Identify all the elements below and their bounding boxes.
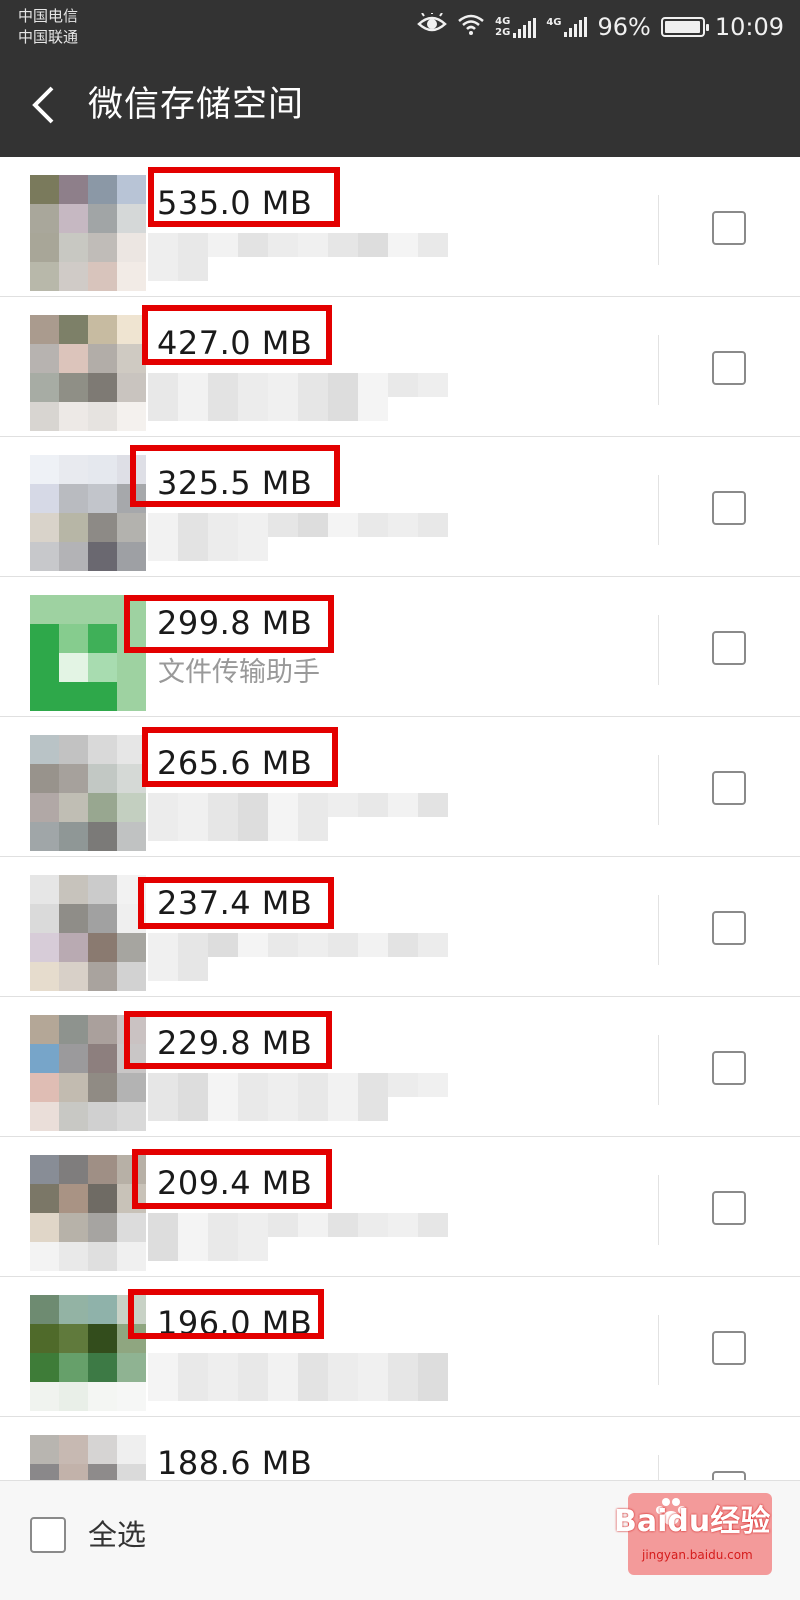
title-bar: 微信存储空间	[0, 54, 800, 157]
row-divider	[658, 195, 659, 265]
row-checkbox[interactable]	[712, 351, 746, 385]
signal-bars-2	[564, 17, 588, 37]
avatar	[30, 315, 146, 431]
pixelated-chat-name	[148, 1353, 448, 1401]
avatar	[30, 1155, 146, 1271]
row-checkbox[interactable]	[712, 1331, 746, 1365]
list-item[interactable]: 265.6 MB	[0, 717, 800, 857]
avatar	[30, 875, 146, 991]
chat-storage-list[interactable]: 535.0 MB 427.0 MB 325.5 MB 299.8 MB 文件传输助手 26…	[0, 157, 800, 1480]
avatar	[30, 735, 146, 851]
cellular-signal-icon-2: 4G	[546, 17, 588, 37]
select-all-label[interactable]: 全选	[88, 1515, 146, 1555]
chat-name: 文件传输助手	[158, 657, 320, 688]
select-all-checkbox[interactable]	[30, 1517, 66, 1553]
battery-percent: 96%	[597, 13, 651, 41]
carrier-names: 中国电信 中国联通	[18, 6, 78, 48]
pixelated-chat-name	[148, 793, 448, 841]
row-checkbox[interactable]	[712, 1191, 746, 1225]
row-divider	[658, 475, 659, 545]
status-icons: 4G 2G 4G 96% 10:09	[417, 8, 784, 46]
list-item[interactable]: 427.0 MB	[0, 297, 800, 437]
highlight-box	[128, 1289, 324, 1339]
signal-type-1-bottom: 2G	[495, 27, 511, 38]
pixelated-chat-name	[148, 513, 448, 561]
battery-icon	[660, 17, 709, 37]
highlight-box	[142, 727, 338, 787]
avatar	[30, 455, 146, 571]
row-divider	[658, 335, 659, 405]
highlight-box	[124, 1011, 332, 1069]
list-item[interactable]: 196.0 MB	[0, 1277, 800, 1417]
row-checkbox[interactable]	[712, 911, 746, 945]
eye-icon	[417, 11, 447, 41]
signal-type-1: 4G 2G	[495, 16, 510, 38]
highlight-box	[132, 1149, 332, 1209]
storage-size: 188.6 MB	[157, 1444, 313, 1480]
row-divider	[658, 1315, 659, 1385]
row-divider	[658, 895, 659, 965]
highlight-box	[124, 595, 334, 653]
pixelated-chat-name	[148, 233, 448, 281]
pixelated-chat-name	[148, 1073, 448, 1121]
avatar	[30, 1435, 146, 1480]
carrier-1: 中国电信	[18, 7, 79, 25]
baidu-watermark: Baidu经验 jingyan.baidu.com	[612, 1497, 782, 1579]
row-divider	[658, 615, 659, 685]
highlight-box	[148, 167, 340, 227]
row-divider	[658, 1175, 659, 1245]
row-checkbox[interactable]	[712, 771, 746, 805]
highlight-box	[142, 305, 332, 365]
status-bar: 中国电信 中国联通 4G 2G 4G 96% 10:09	[0, 0, 800, 54]
list-item[interactable]: 237.4 MB	[0, 857, 800, 997]
pixelated-chat-name	[148, 933, 448, 981]
list-item[interactable]: 535.0 MB	[0, 157, 800, 297]
list-item[interactable]: 299.8 MB 文件传输助手	[0, 577, 800, 717]
watermark-sub: jingyan.baidu.com	[642, 1548, 753, 1562]
row-checkbox[interactable]	[712, 631, 746, 665]
list-item[interactable]: 229.8 MB	[0, 997, 800, 1137]
row-checkbox[interactable]	[712, 1051, 746, 1085]
highlight-box	[138, 877, 334, 929]
carrier-2: 中国联通	[18, 28, 79, 46]
pixelated-chat-name	[148, 373, 448, 421]
watermark-main: Baidu经验	[614, 1504, 771, 1539]
list-item[interactable]: 325.5 MB	[0, 437, 800, 577]
signal-type-2: 4G	[546, 17, 562, 28]
row-checkbox[interactable]	[712, 491, 746, 525]
highlight-box	[130, 445, 340, 507]
avatar	[30, 175, 146, 291]
chevron-left-icon	[32, 86, 54, 124]
signal-type-1-top: 4G	[495, 16, 511, 27]
cellular-signal-icon: 4G 2G	[495, 16, 537, 38]
page-title: 微信存储空间	[88, 85, 305, 125]
bottom-action-bar: 全选 Baidu经验 jingyan.baidu.com	[0, 1480, 800, 1600]
signal-bars-1	[513, 18, 537, 38]
row-divider	[658, 1455, 659, 1480]
row-divider	[658, 1035, 659, 1105]
row-checkbox[interactable]	[712, 211, 746, 245]
list-item[interactable]: 209.4 MB	[0, 1137, 800, 1277]
pixelated-chat-name	[148, 1213, 448, 1261]
list-item[interactable]: 188.6 MB	[0, 1417, 800, 1480]
clock: 10:09	[714, 13, 784, 41]
back-button[interactable]	[22, 80, 72, 130]
row-divider	[658, 755, 659, 825]
wifi-icon	[457, 13, 485, 41]
row-checkbox[interactable]	[712, 1471, 746, 1480]
